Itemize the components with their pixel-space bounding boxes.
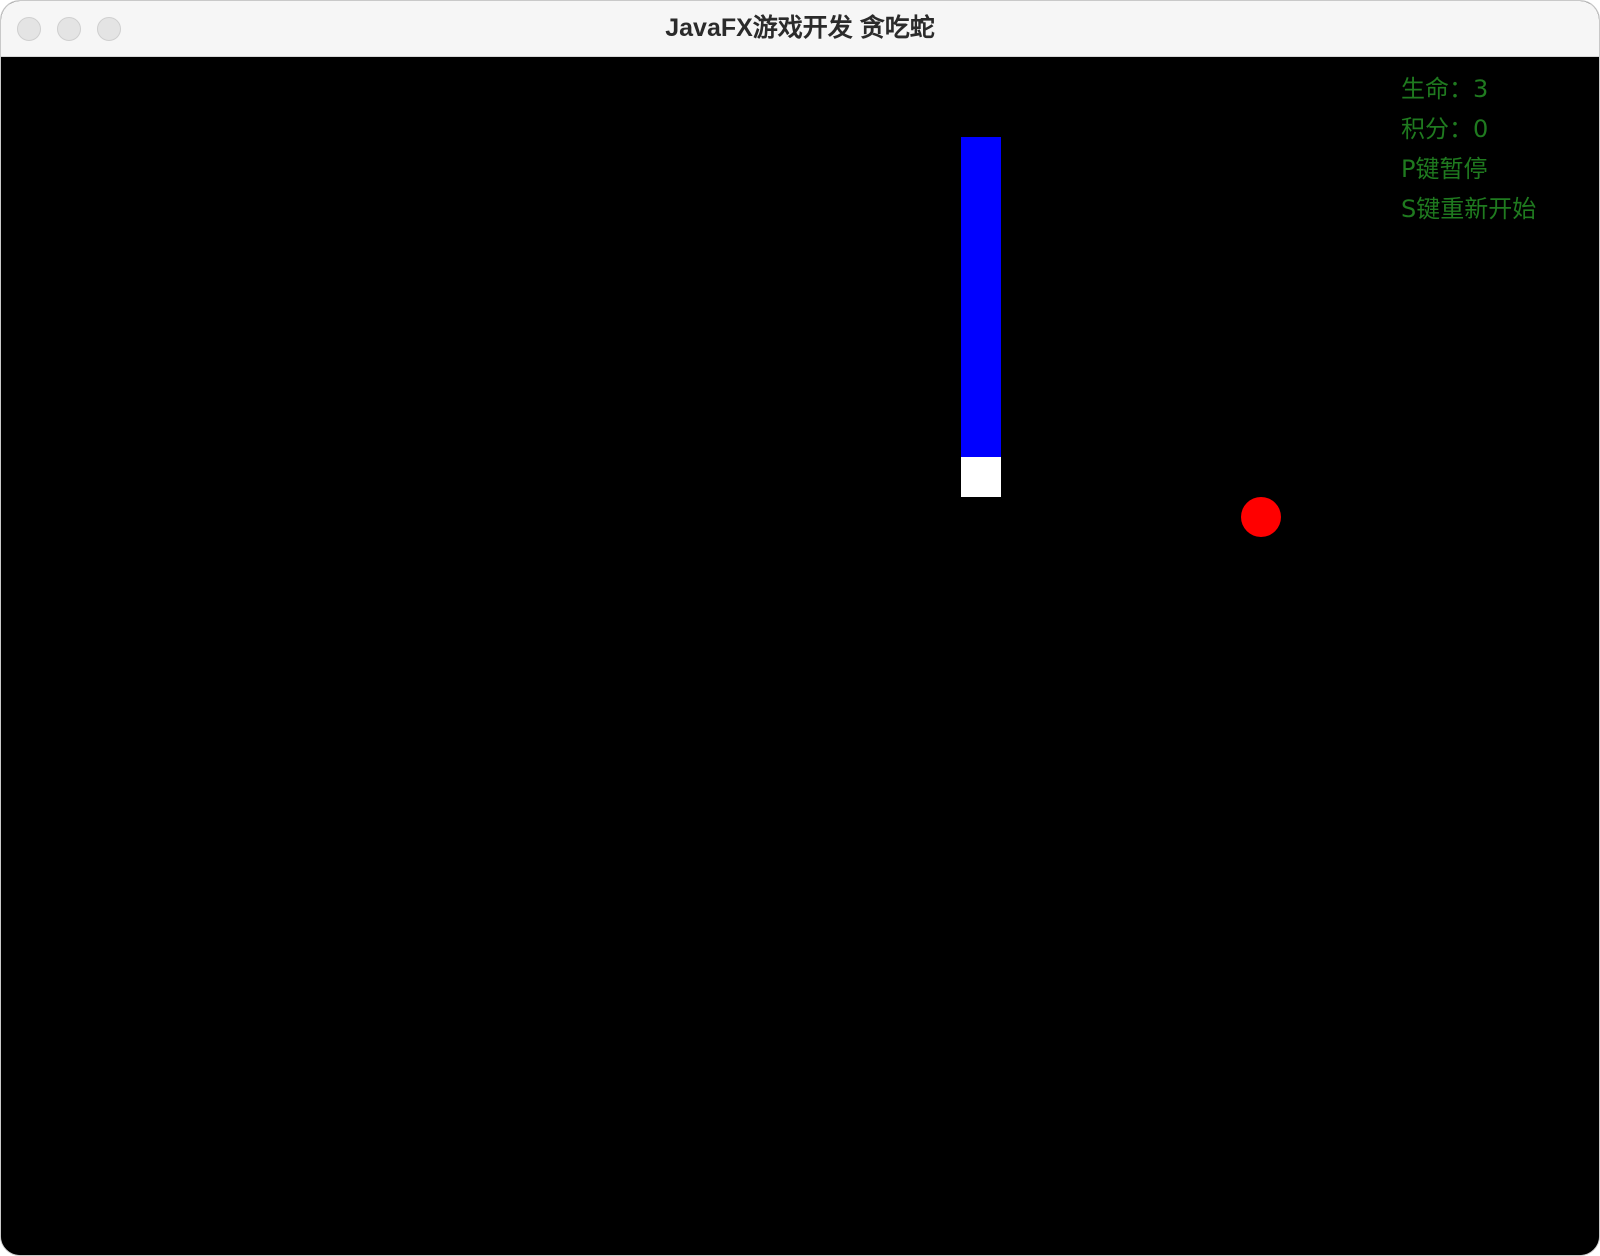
title-bar[interactable]: JavaFX游戏开发 贪吃蛇: [1, 1, 1599, 57]
snake-body-segment: [961, 377, 1001, 417]
snake-body-segment: [961, 137, 1001, 177]
snake-board: [961, 137, 1281, 537]
snake-body-segment: [961, 257, 1001, 297]
snake-body-segment: [961, 177, 1001, 217]
snake-body-segment: [961, 217, 1001, 257]
game-canvas[interactable]: 生命：3 积分：0 P键暂停 S键重新开始: [1, 57, 1599, 1255]
snake-head: [961, 457, 1001, 497]
snake-body-segment: [961, 417, 1001, 457]
score-text: 积分：0: [1401, 115, 1489, 143]
food-apple: [1241, 497, 1281, 537]
lives-text: 生命：3: [1401, 75, 1489, 103]
hud-panel: 生命：3 积分：0 P键暂停 S键重新开始: [1401, 69, 1536, 229]
snake-body-segment: [961, 297, 1001, 337]
snake-body-segment: [961, 337, 1001, 377]
pause-hint-text: P键暂停: [1401, 155, 1488, 183]
restart-hint-text: S键重新开始: [1401, 195, 1537, 223]
window-title: JavaFX游戏开发 贪吃蛇: [665, 14, 935, 42]
game-window: JavaFX游戏开发 贪吃蛇 生命：3 积分：0 P键暂停 S键重新开始: [0, 0, 1600, 1256]
